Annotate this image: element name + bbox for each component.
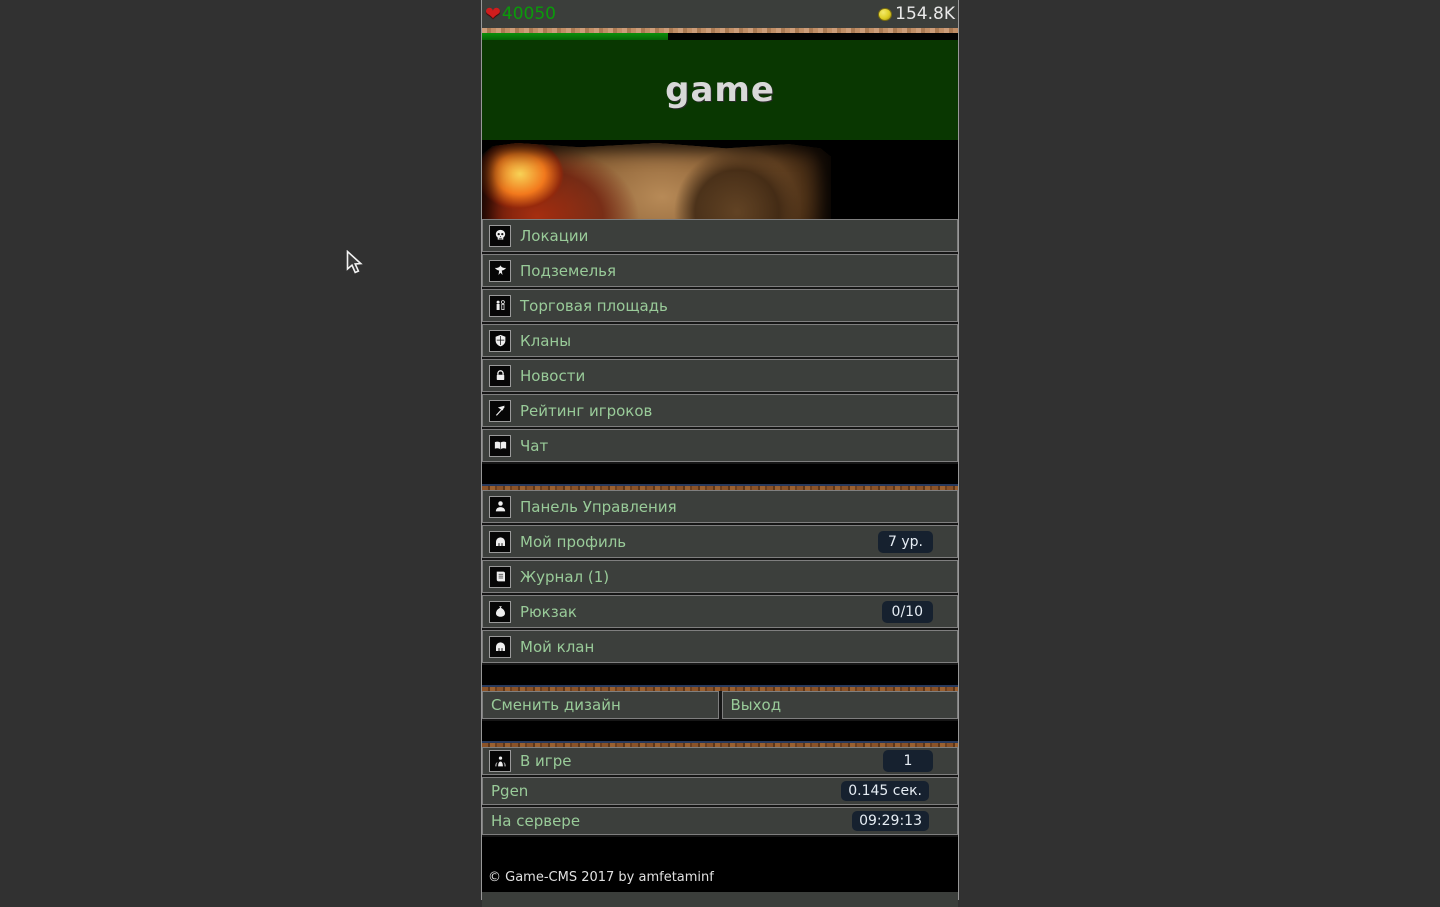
- menu-item-journal[interactable]: Журнал (1): [482, 560, 958, 593]
- banner-art-strip: [482, 140, 958, 219]
- flag-icon: [489, 400, 511, 422]
- stat-label: В игре: [520, 752, 571, 770]
- menu-item-my-clan[interactable]: Мой клан: [482, 630, 958, 663]
- person-icon: [489, 496, 511, 518]
- health-display: ❤ 40050: [485, 4, 556, 24]
- menu-item-my-profile[interactable]: Мой профиль 7 ур.: [482, 525, 958, 558]
- money-display: 154.8K: [878, 4, 955, 24]
- skull-icon: [489, 225, 511, 247]
- game-window: ❤ 40050 154.8K game Локации Подземелья: [481, 0, 959, 900]
- section-separator: [482, 721, 958, 741]
- menu-item-label: Мой профиль: [520, 533, 626, 551]
- traders-icon: [489, 295, 511, 317]
- lock-icon: [489, 365, 511, 387]
- menu-item-label: Подземелья: [520, 262, 616, 280]
- menu-item-market[interactable]: Торговая площадь: [482, 289, 958, 322]
- game-title: game: [665, 70, 775, 110]
- server-time-badge: 09:29:13: [852, 811, 929, 831]
- xp-progress-bar: [482, 33, 958, 40]
- pgen-row: Pgen 0.145 сек.: [482, 777, 958, 805]
- online-count-badge: 1: [883, 750, 933, 772]
- pgen-time-badge: 0.145 сек.: [841, 781, 929, 801]
- change-design-button[interactable]: Сменить дизайн: [482, 691, 719, 719]
- section-separator: [482, 665, 958, 685]
- menu-item-label: Чат: [520, 437, 548, 455]
- helmet-icon: [489, 636, 511, 658]
- menu-item-label: Новости: [520, 367, 585, 385]
- menu-item-label: Рейтинг игроков: [520, 402, 652, 420]
- copyright-text: © Game-CMS 2017 by amfetaminf: [488, 870, 714, 885]
- menu-item-label: Локации: [520, 227, 588, 245]
- menu-item-locations[interactable]: Локации: [482, 219, 958, 252]
- level-badge: 7 ур.: [878, 531, 933, 553]
- logout-button[interactable]: Выход: [722, 691, 959, 719]
- menu-item-label: Панель Управления: [520, 498, 677, 516]
- health-value: 40050: [502, 4, 556, 24]
- book-icon: [489, 435, 511, 457]
- menu-item-rating[interactable]: Рейтинг игроков: [482, 394, 958, 427]
- status-bar: ❤ 40050 154.8K: [482, 0, 958, 28]
- menu-item-chat[interactable]: Чат: [482, 429, 958, 462]
- menu-item-label: Мой клан: [520, 638, 594, 656]
- backpack-capacity-badge: 0/10: [882, 601, 933, 623]
- xp-progress-fill: [482, 33, 668, 40]
- dragon-icon: [489, 260, 511, 282]
- menu-item-news[interactable]: Новости: [482, 359, 958, 392]
- section-separator: [482, 464, 958, 484]
- footer: © Game-CMS 2017 by amfetaminf: [482, 837, 958, 892]
- title-banner: game: [482, 40, 958, 140]
- menu-item-label: Кланы: [520, 332, 571, 350]
- menu-item-label: Рюкзак: [520, 603, 577, 621]
- menu-item-control-panel[interactable]: Панель Управления: [482, 490, 958, 523]
- actions-row: Сменить дизайн Выход: [482, 691, 958, 719]
- menu-item-label: Торговая площадь: [520, 297, 668, 315]
- server-time-row: На сервере 09:29:13: [482, 807, 958, 835]
- change-design-label: Сменить дизайн: [491, 696, 621, 714]
- stat-label: На сервере: [491, 812, 580, 830]
- mouse-cursor: [346, 250, 364, 276]
- group-icon: [489, 750, 511, 772]
- menu-item-dungeons[interactable]: Подземелья: [482, 254, 958, 287]
- scroll-icon: [489, 566, 511, 588]
- menu-item-clans[interactable]: Кланы: [482, 324, 958, 357]
- shield-icon: [489, 330, 511, 352]
- menu-item-label: Журнал (1): [520, 568, 609, 586]
- money-value: 154.8K: [895, 4, 955, 24]
- helmet-icon: [489, 531, 511, 553]
- online-players-row[interactable]: В игре 1: [482, 747, 958, 775]
- heart-icon: ❤: [485, 5, 501, 24]
- menu-item-backpack[interactable]: Рюкзак 0/10: [482, 595, 958, 628]
- sack-icon: [489, 601, 511, 623]
- logout-label: Выход: [731, 696, 782, 714]
- coin-icon: [878, 8, 892, 21]
- stat-label: Pgen: [491, 782, 528, 800]
